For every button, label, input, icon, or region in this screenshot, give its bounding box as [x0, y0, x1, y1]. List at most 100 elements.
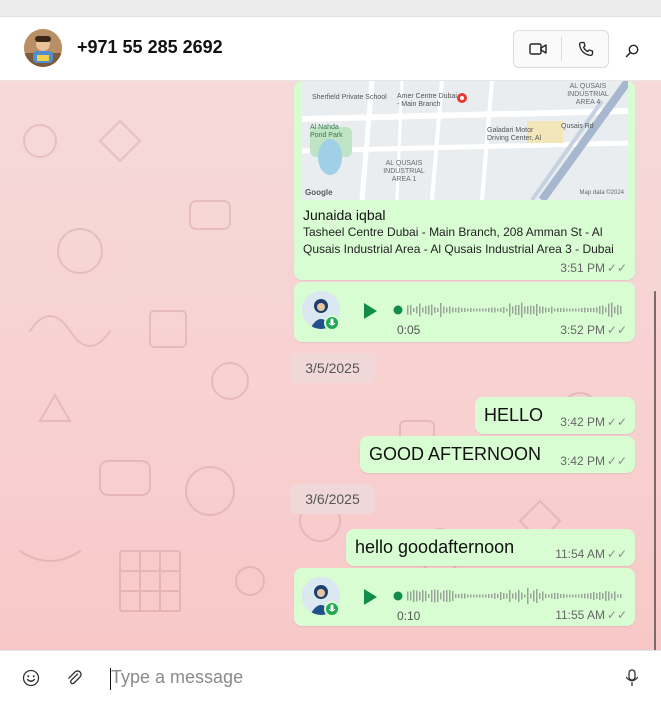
voice-call-button[interactable] — [562, 31, 609, 67]
waveform-bar — [605, 591, 607, 601]
waveform-bar — [416, 590, 418, 602]
mic-badge-icon — [324, 601, 340, 617]
text-message[interactable]: GOOD AFTERNOON 3:42 PM ✓✓ — [360, 436, 635, 473]
map-attribution: Map data ©2024 — [579, 190, 624, 196]
waveform-bar — [575, 308, 577, 312]
voice-waveform[interactable] — [392, 584, 622, 608]
waveform-bar — [593, 308, 595, 312]
voice-waveform[interactable] — [392, 298, 622, 322]
waveform-bar — [476, 308, 478, 312]
read-receipt-icon: ✓✓ — [606, 415, 627, 429]
waveform-bar — [542, 591, 544, 601]
waveform-bar — [449, 590, 451, 602]
waveform-bar — [413, 308, 415, 312]
message-text: hello goodafternoon — [355, 537, 515, 557]
waveform-bar — [446, 307, 448, 313]
waveform-bar — [419, 591, 421, 601]
play-button[interactable] — [364, 303, 377, 319]
waveform-bar — [458, 307, 460, 313]
waveform-bar — [563, 308, 565, 312]
waveform-bar — [464, 593, 466, 599]
attach-button[interactable] — [63, 667, 85, 689]
voice-message[interactable]: 0:05 3:52 PM ✓✓ — [294, 282, 635, 342]
contact-name[interactable]: +971 55 285 2692 — [77, 37, 223, 58]
waveform-bar — [491, 594, 493, 598]
waveform-bar — [614, 306, 616, 314]
voice-message[interactable]: 0:10 11:55 AM ✓✓ — [294, 568, 635, 626]
waveform-bar — [497, 308, 499, 312]
waveform-bar — [608, 591, 610, 601]
phone-icon — [578, 41, 593, 57]
message-time: 3:51 PM — [560, 261, 605, 275]
mic-small-icon — [328, 318, 336, 326]
waveform-bar — [443, 590, 445, 602]
waveform-bar — [506, 593, 508, 599]
mic-small-icon — [328, 604, 336, 612]
waveform-bar — [590, 593, 592, 599]
waveform-bar — [407, 305, 409, 315]
waveform-bar — [461, 308, 463, 312]
waveform-bar — [521, 302, 523, 318]
waveform-bar — [521, 592, 523, 600]
message-time: 3:52 PM — [560, 323, 605, 337]
waveform-bar — [443, 306, 445, 314]
map-label-galadari: Galadari Motor Driving Center, Al — [487, 127, 542, 142]
waveform-bar — [455, 308, 457, 312]
waveform-bar — [596, 593, 598, 599]
text-message[interactable]: hello goodafternoon 11:54 AM ✓✓ — [346, 529, 635, 566]
waveform-progress-dot[interactable] — [393, 591, 403, 601]
waveform-bar — [482, 594, 484, 598]
waveform-bar — [560, 308, 562, 312]
map-google-logo: Google — [305, 188, 333, 197]
waveform-bar — [431, 590, 433, 602]
waveform-bar — [512, 593, 514, 599]
contact-avatar-image — [24, 29, 62, 67]
search-icon — [625, 44, 639, 58]
voice-record-button[interactable] — [621, 667, 643, 689]
waveform-bar — [461, 593, 463, 599]
search-button[interactable] — [620, 39, 644, 63]
waveform-progress-dot[interactable] — [393, 305, 403, 315]
voice-duration: 0:10 — [397, 609, 421, 623]
waveform-bar — [572, 308, 574, 312]
waveform-bar — [485, 594, 487, 598]
map-label-nahda: Al Nahda Pond Park — [310, 124, 343, 139]
waveform-bar — [563, 594, 565, 598]
message-input[interactable] — [111, 664, 601, 690]
date-separator: 3/5/2025 — [290, 353, 375, 383]
read-receipt-icon: ✓✓ — [606, 454, 627, 468]
call-button-group — [513, 30, 609, 68]
waveform-bar — [620, 306, 622, 314]
chat-scrollbar[interactable] — [654, 291, 656, 650]
waveform-bar — [494, 307, 496, 313]
waveform-bar — [488, 594, 490, 598]
waveform-bar — [548, 308, 550, 312]
video-call-button[interactable] — [514, 31, 561, 67]
waveform-bar — [527, 588, 529, 604]
waveform-bar — [536, 589, 538, 603]
message-time: 11:55 AM — [555, 608, 605, 622]
message-text: HELLO — [484, 405, 544, 425]
waveform-bar — [545, 307, 547, 313]
waveform-bar — [551, 306, 553, 314]
waveform-bar — [584, 307, 586, 313]
chat-history[interactable]: Sherfield Private School Amer Centre Dub… — [0, 81, 661, 650]
play-button[interactable] — [364, 589, 377, 605]
message-time: 3:42 PM — [560, 454, 605, 468]
waveform-bar — [602, 593, 604, 599]
waveform-bar — [491, 307, 493, 313]
waveform-bar — [503, 307, 505, 313]
text-message[interactable]: HELLO 3:42 PM ✓✓ — [475, 397, 635, 434]
message-time: 3:42 PM — [560, 415, 605, 429]
waveform-bar — [593, 592, 595, 600]
emoji-button[interactable] — [20, 667, 42, 689]
waveform-bar — [467, 308, 469, 312]
waveform-bar — [479, 308, 481, 312]
waveform-bar — [605, 307, 607, 313]
waveform-bar — [542, 306, 544, 314]
contact-avatar[interactable] — [24, 29, 62, 67]
location-map[interactable]: Sherfield Private School Amer Centre Dub… — [302, 81, 628, 200]
waveform-bar — [518, 305, 520, 315]
location-message[interactable]: Sherfield Private School Amer Centre Dub… — [294, 81, 635, 280]
waveform-bar — [419, 303, 421, 317]
